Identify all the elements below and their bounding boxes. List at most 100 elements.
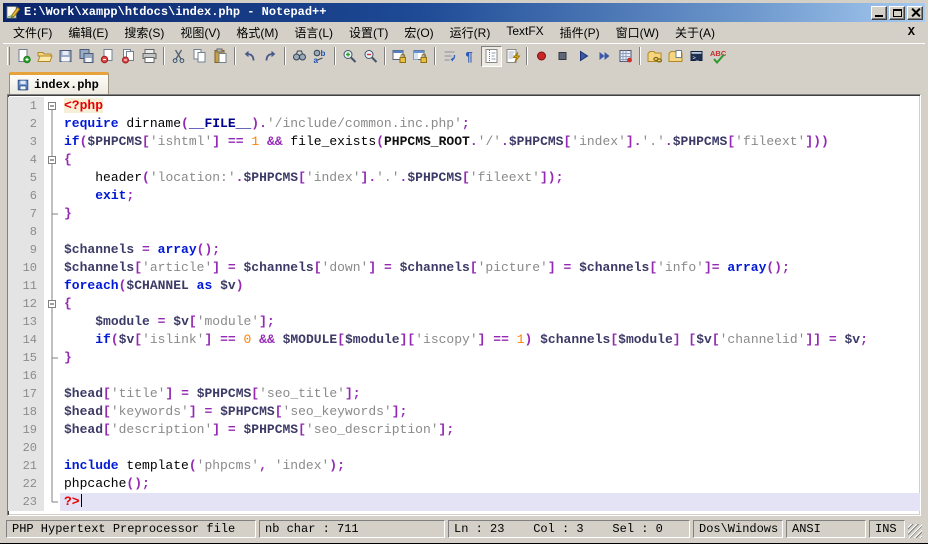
- menu-file[interactable]: 文件(F): [5, 22, 60, 43]
- code-text[interactable]: $head['description'] = $PHPCMS['seo_desc…: [60, 421, 920, 439]
- close-button[interactable]: [907, 6, 923, 20]
- cut-button[interactable]: [168, 46, 189, 67]
- code-text[interactable]: phpcache();: [60, 475, 920, 493]
- record-macro-button[interactable]: [531, 46, 552, 67]
- code-line[interactable]: 13 $module = $v['module'];: [8, 313, 920, 331]
- menu-run[interactable]: 运行(R): [442, 22, 499, 43]
- code-text[interactable]: $channels['article'] = $channels['down']…: [60, 259, 920, 277]
- code-text[interactable]: [60, 223, 920, 241]
- code-text[interactable]: exit;: [60, 187, 920, 205]
- zoom-in-button[interactable]: [339, 46, 360, 67]
- show-all-characters-button[interactable]: ¶: [460, 46, 481, 67]
- menubar-close-button[interactable]: X: [900, 25, 923, 39]
- replace-button[interactable]: ba: [310, 46, 331, 67]
- toolbar-grip[interactable]: [7, 47, 10, 65]
- code-text[interactable]: if($v['islink'] == 0 && $MODULE[$module]…: [60, 331, 920, 349]
- undo-button[interactable]: [239, 46, 260, 67]
- code-area[interactable]: 1<?php2require dirname(__FILE__).'/inclu…: [7, 94, 921, 516]
- stop-macro-button[interactable]: [552, 46, 573, 67]
- paste-button[interactable]: [210, 46, 231, 67]
- menu-search[interactable]: 搜索(S): [116, 22, 172, 43]
- folder-doc-button[interactable]: [665, 46, 686, 67]
- title-bar[interactable]: E:\Work\xampp\htdocs\index.php - Notepad…: [3, 3, 925, 22]
- close-file-button[interactable]: [97, 46, 118, 67]
- code-text[interactable]: header('location:'.$PHPCMS['index'].'.'.…: [60, 169, 920, 187]
- save-macro-button[interactable]: [615, 46, 636, 67]
- code-text[interactable]: include template('phpcms', 'index');: [60, 457, 920, 475]
- code-text[interactable]: {: [60, 151, 920, 169]
- console-button[interactable]: >_: [686, 46, 707, 67]
- code-line[interactable]: 19$head['description'] = $PHPCMS['seo_de…: [8, 421, 920, 439]
- menu-textfx[interactable]: TextFX: [498, 22, 551, 43]
- close-all-button[interactable]: [118, 46, 139, 67]
- status-eol-format[interactable]: Dos\Windows: [693, 520, 783, 538]
- menu-window[interactable]: 窗口(W): [608, 22, 667, 43]
- copy-button[interactable]: [189, 46, 210, 67]
- code-line[interactable]: 21include template('phpcms', 'index');: [8, 457, 920, 475]
- open-file-button[interactable]: [34, 46, 55, 67]
- play-macro-button[interactable]: [573, 46, 594, 67]
- fold-toggle-icon[interactable]: [44, 151, 60, 169]
- find-button[interactable]: [289, 46, 310, 67]
- code-text[interactable]: ?>: [60, 493, 920, 511]
- code-line[interactable]: 10$channels['article'] = $channels['down…: [8, 259, 920, 277]
- minimize-button[interactable]: [871, 6, 887, 20]
- code-line[interactable]: 5 header('location:'.$PHPCMS['index'].'.…: [8, 169, 920, 187]
- code-text[interactable]: [60, 367, 920, 385]
- code-text[interactable]: <?php: [60, 97, 920, 115]
- code-text[interactable]: $channels = array();: [60, 241, 920, 259]
- print-button[interactable]: [139, 46, 160, 67]
- menu-plugins[interactable]: 插件(P): [552, 22, 608, 43]
- word-wrap-button[interactable]: [439, 46, 460, 67]
- code-line[interactable]: 8: [8, 223, 920, 241]
- menu-format[interactable]: 格式(M): [228, 22, 286, 43]
- maximize-button[interactable]: [889, 6, 905, 20]
- folder-link-button[interactable]: [644, 46, 665, 67]
- zoom-out-button[interactable]: [360, 46, 381, 67]
- code-line[interactable]: 14 if($v['islink'] == 0 && $MODULE[$modu…: [8, 331, 920, 349]
- code-line[interactable]: 15}: [8, 349, 920, 367]
- save-all-button[interactable]: [76, 46, 97, 67]
- function-list-button[interactable]: [502, 46, 523, 67]
- code-line[interactable]: 22phpcache();: [8, 475, 920, 493]
- code-text[interactable]: [60, 439, 920, 457]
- sync-horizontal-button[interactable]: [410, 46, 431, 67]
- new-file-button[interactable]: [13, 46, 34, 67]
- code-line[interactable]: 20: [8, 439, 920, 457]
- code-line[interactable]: 18$head['keywords'] = $PHPCMS['seo_keywo…: [8, 403, 920, 421]
- menu-macro[interactable]: 宏(O): [396, 22, 441, 43]
- indent-guide-button[interactable]: [481, 46, 502, 67]
- code-line[interactable]: 17$head['title'] = $PHPCMS['seo_title'];: [8, 385, 920, 403]
- status-insert-mode[interactable]: INS: [869, 520, 905, 538]
- fold-toggle-icon[interactable]: [44, 97, 60, 115]
- code-line[interactable]: 12{: [8, 295, 920, 313]
- status-encoding[interactable]: ANSI: [786, 520, 866, 538]
- resize-grip[interactable]: [908, 524, 922, 538]
- menu-edit[interactable]: 编辑(E): [60, 22, 116, 43]
- code-text[interactable]: $module = $v['module'];: [60, 313, 920, 331]
- code-line[interactable]: 7}: [8, 205, 920, 223]
- save-file-button[interactable]: [55, 46, 76, 67]
- code-line[interactable]: 6 exit;: [8, 187, 920, 205]
- code-line[interactable]: 1<?php: [8, 97, 920, 115]
- redo-button[interactable]: [260, 46, 281, 67]
- code-text[interactable]: foreach($CHANNEL as $v): [60, 277, 920, 295]
- code-line[interactable]: 23?>: [8, 493, 920, 511]
- code-line[interactable]: 2require dirname(__FILE__).'/include/com…: [8, 115, 920, 133]
- code-text[interactable]: {: [60, 295, 920, 313]
- spell-check-button[interactable]: ABC: [707, 46, 728, 67]
- code-line[interactable]: 11foreach($CHANNEL as $v): [8, 277, 920, 295]
- menu-language[interactable]: 语言(L): [286, 22, 341, 43]
- tab-index-php[interactable]: index.php: [9, 72, 109, 94]
- code-text[interactable]: if($PHPCMS['ishtml'] == 1 && file_exists…: [60, 133, 920, 151]
- code-text[interactable]: $head['keywords'] = $PHPCMS['seo_keyword…: [60, 403, 920, 421]
- code-line[interactable]: 9$channels = array();: [8, 241, 920, 259]
- code-text[interactable]: }: [60, 349, 920, 367]
- run-macro-multiple-button[interactable]: [594, 46, 615, 67]
- code-text[interactable]: require dirname(__FILE__).'/include/comm…: [60, 115, 920, 133]
- fold-toggle-icon[interactable]: [44, 295, 60, 313]
- code-line[interactable]: 4{: [8, 151, 920, 169]
- code-text[interactable]: }: [60, 205, 920, 223]
- code-line[interactable]: 16: [8, 367, 920, 385]
- sync-vertical-button[interactable]: [389, 46, 410, 67]
